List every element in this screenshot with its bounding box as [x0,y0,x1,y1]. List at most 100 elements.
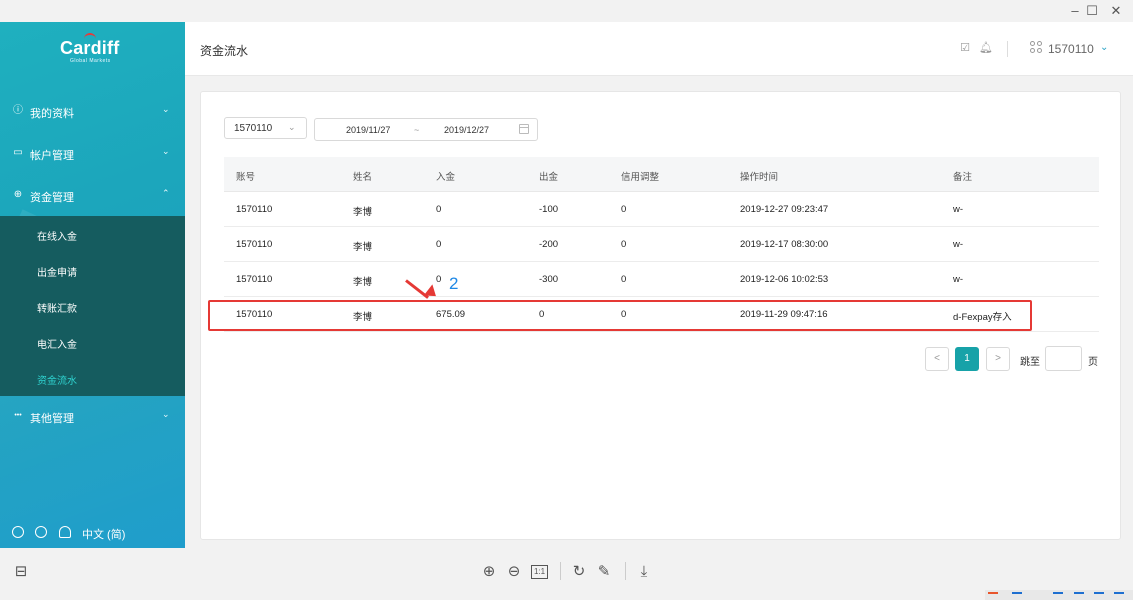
table-cell: 2019-12-17 08:30:00 [740,239,829,250]
money-icon: ⊕ [13,189,23,200]
table-cell: 2019-12-06 10:02:53 [740,274,829,285]
more-icon: ••• [14,412,22,419]
column-header: 备注 [953,172,973,183]
table-cell: 李博 [353,207,373,218]
tray-ime-icon[interactable] [1012,592,1022,600]
power-icon[interactable] [12,526,24,538]
sidebar-item-fund-flow[interactable]: 资金流水 [37,372,77,387]
tray-app-icon[interactable] [1074,592,1084,600]
table-cell: -300 [539,274,559,285]
user-apps-icon[interactable] [1030,41,1044,55]
sidebar: Cardiff Global Markets ⓘ 我的资料 ⌄ ▭ 帐户管理 ⌄… [0,22,185,548]
table-cell: 李博 [353,277,373,288]
table-row: 1570110 李博 0 -200 0 2019-12-17 08:30:00 … [224,227,1099,262]
table-cell: 0 [621,204,627,215]
table-cell: w- [953,239,964,250]
table-cell: 0 [621,239,627,250]
column-header: 姓名 [353,172,373,183]
table-cell: w- [953,204,964,215]
toolbar-divider [560,562,561,580]
chevron-down-icon[interactable]: ⌄ [1100,42,1108,53]
rotate-icon[interactable]: ↻ [570,563,588,581]
page-title: 资金流水 [200,44,249,58]
column-header: 账号 [236,172,256,183]
sidebar-item-withdrawal-request[interactable]: 出金申请 [37,264,77,279]
date-separator: ~ [414,125,420,135]
zoom-in-icon[interactable]: ⊕ [480,563,498,581]
calendar-icon[interactable] [519,124,529,134]
sidebar-footer: 中文 (简) [0,520,185,548]
menu-item-profile[interactable]: ⓘ 我的资料 ⌄ [0,91,185,133]
tray-app-icon[interactable] [988,592,998,600]
page-button-current[interactable]: 1 [955,347,979,371]
next-page-button[interactable]: > [986,347,1010,371]
fund-submenu: 在线入金 出金申请 转账汇款 电汇入金 资金流水 [0,216,185,396]
menu-item-label: 帐户管理 [30,150,74,162]
chevron-down-icon: ⌄ [288,122,296,132]
prev-page-button[interactable]: < [925,347,949,371]
maximize-button[interactable]: ☐ [1079,2,1105,20]
toolbar-divider [625,562,626,580]
table-cell: -100 [539,204,559,215]
column-header: 操作时间 [740,172,779,183]
annotation-number: 2 [449,274,459,293]
table-cell: 0 [436,239,442,250]
jump-to-label: 跳至 [1020,357,1040,368]
table-cell: 0 [621,274,627,285]
logo-name: Cardiff [60,38,120,58]
language-selector[interactable]: 中文 (简) [82,526,125,542]
headset-icon[interactable] [59,526,71,538]
window-titlebar: – ☐ ✕ [0,0,1133,22]
menu-item-label: 我的资料 [30,108,74,120]
card-icon: ▭ [13,147,23,158]
chevron-down-icon: ⌄ [162,146,170,156]
menu-item-other-management[interactable]: ••• 其他管理 ⌄ [0,396,185,438]
chevron-down-icon: ⌄ [162,104,170,114]
account-select-value: 1570110 [234,123,273,134]
viewer-toolbar: ⊟ ⊕ ⊖ 1:1 ↻ ✎ ⤓ [0,550,1133,600]
thumbnail-panel-icon[interactable]: ⊟ [12,563,30,581]
close-button[interactable]: ✕ [1103,2,1129,20]
menu-item-fund-management[interactable]: ⊕ 资金管理 ⌃ [0,175,185,217]
table-cell: 1570110 [236,239,273,250]
page-header: 资金流水 ☑ 🔔︎ 1570110 ⌄ [185,22,1133,76]
info-icon: ⓘ [13,105,23,116]
date-to[interactable]: 2019/12/27 [444,125,489,135]
user-account-name[interactable]: 1570110 [1048,42,1094,56]
table-cell: w- [953,274,964,285]
table-header: 账号 姓名 入金 出金 信用调整 操作时间 备注 [224,157,1099,192]
tray-app-icon[interactable] [1114,592,1124,600]
zoom-out-icon[interactable]: ⊖ [505,563,523,581]
table-row: 1570110 李博 0 -300 0 2019-12-06 10:02:53 … [224,262,1099,297]
actual-size-icon[interactable]: 1:1 [531,565,548,579]
bell-icon[interactable]: 🔔︎ [979,42,993,54]
column-header: 出金 [539,172,559,183]
info-icon[interactable] [35,526,47,538]
checkbox-icon[interactable]: ☑ [959,42,971,54]
table-cell: 2019-12-27 09:23:47 [740,204,829,215]
page-suffix-label: 页 [1088,357,1098,368]
column-header: 信用调整 [621,172,660,183]
table-cell: 0 [436,204,442,215]
date-from[interactable]: 2019/11/27 [346,125,390,135]
sidebar-item-transfer[interactable]: 转账汇款 [37,300,77,315]
download-icon[interactable]: ⤓ [635,563,653,581]
chevron-up-icon: ⌃ [162,188,170,198]
sidebar-item-wire-deposit[interactable]: 电汇入金 [37,336,77,351]
page-jump-input[interactable] [1045,346,1082,371]
table-cell: 0 [436,274,442,285]
table-cell: 1570110 [236,204,273,215]
edit-icon[interactable]: ✎ [595,563,613,581]
menu-item-label: 资金管理 [30,192,74,204]
chevron-down-icon: ⌄ [162,409,170,419]
table-row: 1570110 李博 0 -100 0 2019-12-27 09:23:47 … [224,192,1099,227]
annotation-highlight-box [208,300,1032,331]
table-cell: -200 [539,239,559,250]
tray-app-icon[interactable] [1053,592,1063,600]
account-select[interactable]: 1570110 ⌄ [224,117,307,139]
date-range-picker[interactable]: 2019/11/27 ~ 2019/12/27 [314,118,538,141]
tray-app-icon[interactable] [1094,592,1104,600]
menu-item-account-management[interactable]: ▭ 帐户管理 ⌄ [0,133,185,175]
table-cell: 李博 [353,242,373,253]
sidebar-item-online-deposit[interactable]: 在线入金 [37,228,77,243]
